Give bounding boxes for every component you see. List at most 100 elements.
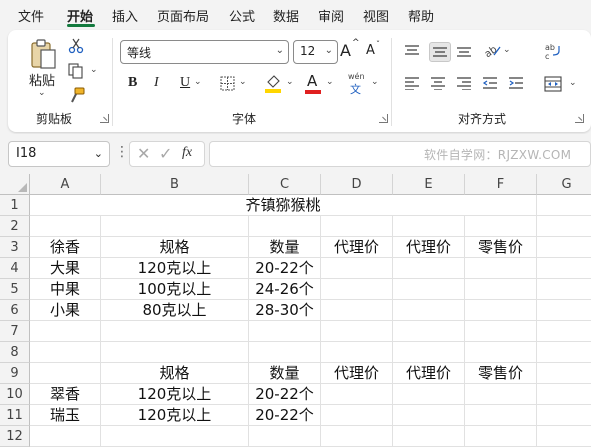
fill-color-icon[interactable]	[264, 73, 282, 93]
tab-home[interactable]: 开始	[67, 6, 93, 25]
cell-d4[interactable]	[321, 258, 393, 279]
insert-function-button[interactable]: fx	[182, 145, 192, 161]
align-center-icon[interactable]	[430, 76, 446, 90]
cell-e9[interactable]: 代理价	[393, 363, 465, 384]
cell-f10[interactable]	[465, 384, 537, 405]
cell-g7[interactable]	[537, 321, 591, 342]
row-header-5[interactable]: 5	[0, 279, 30, 300]
copy-icon[interactable]	[68, 63, 84, 79]
wrap-text-icon[interactable]: ab c	[544, 42, 562, 60]
decrease-indent-icon[interactable]	[482, 76, 498, 90]
phonetic-guide-icon[interactable]: 文	[350, 81, 361, 97]
bold-button[interactable]: B	[128, 75, 137, 91]
cell-b11[interactable]: 120克以上	[101, 405, 249, 426]
cell-b9[interactable]: 规格	[101, 363, 249, 384]
cell-e2[interactable]	[393, 216, 465, 237]
cell-b5[interactable]: 100克以上	[101, 279, 249, 300]
tab-help[interactable]: 帮助	[408, 6, 434, 25]
underline-dropdown-icon[interactable]: ⌄	[194, 77, 202, 87]
cell-c6[interactable]: 28-30个	[249, 300, 321, 321]
cell-g1[interactable]	[537, 195, 591, 216]
cell-g9[interactable]	[537, 363, 591, 384]
cancel-entry-icon[interactable]: ✕	[137, 144, 150, 163]
cell-c4[interactable]: 20-22个	[249, 258, 321, 279]
font-name-select[interactable]: 等线 ⌄	[120, 40, 289, 64]
cell-d9[interactable]: 代理价	[321, 363, 393, 384]
cell-e3[interactable]: 代理价	[393, 237, 465, 258]
font-size-select[interactable]: 12 ⌄	[293, 40, 338, 64]
font-dialog-launcher-icon[interactable]	[379, 114, 388, 123]
cell-a3[interactable]: 徐香	[30, 237, 101, 258]
cell-e8[interactable]	[393, 342, 465, 363]
cell-d12[interactable]	[321, 426, 393, 447]
row-header-2[interactable]: 2	[0, 216, 30, 237]
cell-g2[interactable]	[537, 216, 591, 237]
cell-f11[interactable]	[465, 405, 537, 426]
cell-g6[interactable]	[537, 300, 591, 321]
cell-d11[interactable]	[321, 405, 393, 426]
cell-f9[interactable]: 零售价	[465, 363, 537, 384]
cell-d8[interactable]	[321, 342, 393, 363]
borders-icon[interactable]	[220, 76, 235, 91]
tab-insert[interactable]: 插入	[112, 6, 138, 25]
decrease-font-size-icon[interactable]: A	[366, 43, 375, 58]
more-options-icon[interactable]: ⋮	[115, 144, 129, 160]
format-painter-icon[interactable]	[68, 87, 86, 105]
cell-b4[interactable]: 120克以上	[101, 258, 249, 279]
row-header-11[interactable]: 11	[0, 405, 30, 426]
column-header-d[interactable]: D	[321, 174, 393, 195]
align-top-icon[interactable]	[404, 44, 420, 58]
cell-a4[interactable]: 大果	[30, 258, 101, 279]
cell-f6[interactable]	[465, 300, 537, 321]
cell-e5[interactable]	[393, 279, 465, 300]
paste-button-label[interactable]: 粘贴	[29, 70, 55, 89]
row-header-6[interactable]: 6	[0, 300, 30, 321]
orientation-dropdown-icon[interactable]: ⌄	[503, 45, 511, 55]
paste-icon[interactable]	[30, 38, 58, 70]
align-left-icon[interactable]	[404, 76, 420, 90]
merged-title-cell[interactable]: 齐镇猕猴桃	[30, 195, 537, 216]
fill-color-dropdown-icon[interactable]: ⌄	[286, 77, 294, 87]
column-header-c[interactable]: C	[249, 174, 321, 195]
tab-formulas[interactable]: 公式	[229, 6, 255, 25]
align-bottom-icon[interactable]	[456, 44, 472, 58]
cell-f5[interactable]	[465, 279, 537, 300]
cell-g3[interactable]	[537, 237, 591, 258]
cut-icon[interactable]	[68, 38, 84, 54]
cell-a8[interactable]	[30, 342, 101, 363]
row-header-10[interactable]: 10	[0, 384, 30, 405]
cell-c8[interactable]	[249, 342, 321, 363]
cell-d7[interactable]	[321, 321, 393, 342]
cell-d10[interactable]	[321, 384, 393, 405]
italic-button[interactable]: I	[154, 75, 159, 91]
worksheet-grid[interactable]: A B C D E F G 1 齐镇猕猴桃 2 3 徐香 规格 数量 代理价 代理价 零售价 4 大果 120克以上 2…	[0, 174, 591, 447]
cell-e12[interactable]	[393, 426, 465, 447]
cell-c11[interactable]: 20-22个	[249, 405, 321, 426]
cell-e10[interactable]	[393, 384, 465, 405]
cell-g4[interactable]	[537, 258, 591, 279]
phonetic-guide-top[interactable]: wén	[348, 72, 365, 81]
cell-a10[interactable]: 翠香	[30, 384, 101, 405]
font-color-dropdown-icon[interactable]: ⌄	[326, 77, 334, 87]
cell-d3[interactable]: 代理价	[321, 237, 393, 258]
cell-b7[interactable]	[101, 321, 249, 342]
borders-dropdown-icon[interactable]: ⌄	[239, 77, 247, 87]
cell-b8[interactable]	[101, 342, 249, 363]
copy-dropdown-icon[interactable]: ⌄	[90, 65, 98, 75]
row-header-1[interactable]: 1	[0, 195, 30, 216]
cell-g11[interactable]	[537, 405, 591, 426]
row-header-9[interactable]: 9	[0, 363, 30, 384]
cell-g5[interactable]	[537, 279, 591, 300]
cell-c10[interactable]: 20-22个	[249, 384, 321, 405]
row-header-8[interactable]: 8	[0, 342, 30, 363]
cell-a5[interactable]: 中果	[30, 279, 101, 300]
row-header-12[interactable]: 12	[0, 426, 30, 447]
text-orientation-icon[interactable]: ab	[482, 41, 502, 59]
paste-dropdown-icon[interactable]: ⌄	[38, 88, 46, 98]
cell-b10[interactable]: 120克以上	[101, 384, 249, 405]
increase-font-size-icon[interactable]: A	[340, 41, 351, 60]
cell-a7[interactable]	[30, 321, 101, 342]
column-header-b[interactable]: B	[101, 174, 249, 195]
cell-f7[interactable]	[465, 321, 537, 342]
cell-a11[interactable]: 瑞玉	[30, 405, 101, 426]
